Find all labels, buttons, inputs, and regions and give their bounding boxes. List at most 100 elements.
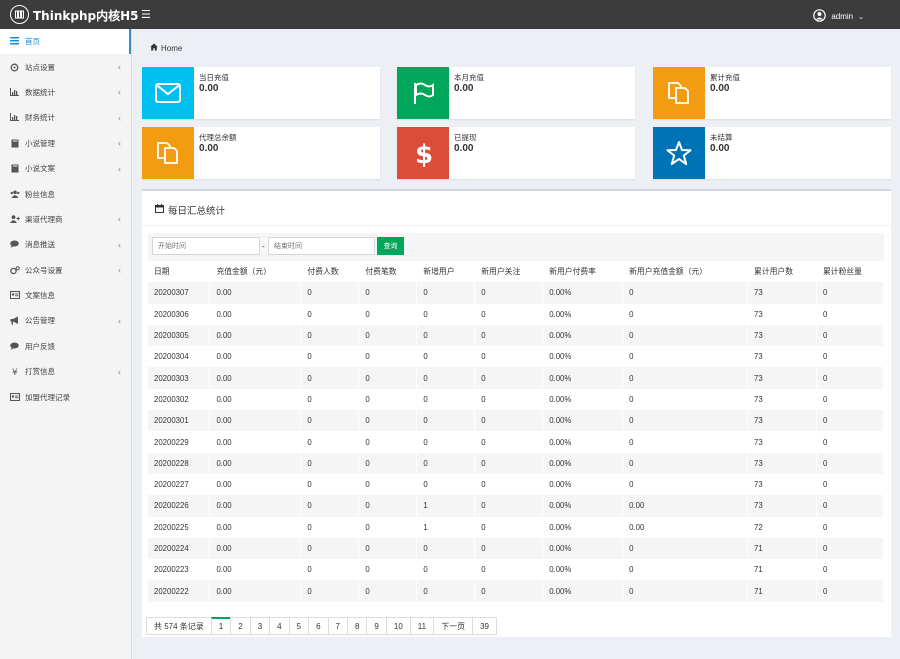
table-cell: 0 [622, 431, 749, 453]
sidebar-item-label: 打赏信息 [25, 367, 55, 377]
sidebar-item-label: 小说管理 [25, 138, 55, 148]
page-button[interactable]: 11 [409, 617, 435, 635]
comment-icon [10, 342, 19, 351]
stat-box: $ 已提现 0.00 [397, 127, 635, 179]
table-row: 20200305 0.00 0 0 0 0 0.00% 0 73 0 [148, 324, 885, 347]
table-cell: 0.00% [542, 324, 624, 347]
table-cell: 20200227 [148, 473, 211, 496]
users-icon [10, 190, 20, 199]
table-cell: 0 [416, 410, 476, 432]
sidebar-item[interactable]: 文案信息 [0, 283, 131, 308]
stat-value: 0.00 [710, 83, 730, 94]
date-range-separator: - [262, 242, 265, 251]
breadcrumb-home[interactable]: Home [161, 44, 182, 53]
table-cell: 0 [300, 473, 360, 496]
sidebar-item[interactable]: 小说管理 ‹ [0, 131, 131, 156]
sidebar: 首页 站点设置 ‹ 数据统计 ‹ 财务统计 ‹ 小说管理 ‹ 小说文案 ‹ 粉丝信息 渠道代理商 ‹ 消息推… [0, 29, 132, 659]
table-cell: 0.00% [542, 282, 624, 304]
sidebar-item[interactable]: ¥ 打赏信息 ‹ [0, 359, 131, 384]
column-header[interactable]: 付费笔数 [358, 261, 418, 283]
page-button[interactable]: 2 [230, 617, 251, 635]
table-cell: 0 [816, 303, 885, 325]
column-header[interactable]: 累计粉丝量 [816, 261, 885, 283]
table-cell: 0 [622, 346, 749, 368]
next-page-button[interactable]: 下一页 [433, 617, 474, 635]
query-button[interactable]: 查询 [377, 237, 404, 255]
table-cell: 0.00% [542, 473, 624, 496]
menu-toggle-icon[interactable]: ☰ [141, 8, 151, 21]
table-cell: 20200301 [148, 410, 211, 432]
table-cell: 0 [300, 410, 360, 432]
sidebar-item[interactable]: 粉丝信息 [0, 181, 131, 206]
page-button[interactable]: 6 [308, 617, 329, 635]
table-cell: 20200224 [148, 537, 211, 560]
page-button[interactable]: 39 [472, 617, 497, 635]
table-cell: 0 [300, 559, 360, 581]
sidebar-item[interactable]: 用户反馈 [0, 334, 131, 359]
column-header[interactable]: 新用户充值金额（元） [622, 261, 749, 283]
table-cell: 0 [358, 452, 418, 474]
column-header[interactable]: 新用户关注 [474, 261, 544, 283]
sidebar-item[interactable]: 站点设置 ‹ [0, 54, 131, 79]
table-cell: 0 [816, 388, 885, 411]
table-cell: 0 [816, 473, 885, 496]
table-cell: 0.00% [542, 346, 624, 368]
page-button[interactable]: 10 [385, 617, 411, 635]
table-cell: 72 [747, 516, 817, 538]
start-date-input[interactable] [152, 237, 260, 255]
table-cell: 0 [622, 367, 749, 389]
sidebar-item[interactable]: 消息推送 ‹ [0, 232, 131, 257]
table-cell: 0 [474, 495, 544, 517]
table-cell: 0 [622, 452, 749, 474]
sidebar-item[interactable]: 数据统计 ‹ [0, 80, 131, 105]
chevron-left-icon: ‹ [118, 239, 121, 250]
table-cell: 1 [416, 495, 476, 517]
table-cell: 0 [358, 324, 418, 347]
stat-value: 0.00 [710, 143, 730, 154]
table-cell: 0 [300, 282, 360, 304]
sidebar-item[interactable]: 财务统计 ‹ [0, 105, 131, 130]
stat-box: 当日充值 0.00 [142, 67, 380, 119]
column-header[interactable]: 充值金额（元） [209, 261, 302, 283]
table-cell: 20200307 [148, 282, 211, 304]
page-button[interactable]: 4 [269, 617, 290, 635]
user-name: admin [831, 12, 854, 21]
page-button[interactable]: 9 [366, 617, 387, 635]
id-card-icon [10, 392, 20, 402]
home-icon [150, 43, 158, 53]
table-cell: 0 [474, 516, 544, 538]
table-cell: 0 [474, 431, 544, 453]
column-header[interactable]: 付费人数 [300, 261, 360, 283]
table-cell: 71 [747, 537, 817, 560]
stat-box: 代理总余额 0.00 [142, 127, 380, 179]
page-button[interactable]: 5 [288, 617, 310, 635]
end-date-input[interactable] [268, 237, 375, 255]
sidebar-item-label: 小说文案 [25, 164, 55, 174]
stat-value: 0.00 [454, 143, 474, 154]
table-row: 20200226 0.00 0 0 1 0 0.00% 0.00 73 0 [148, 495, 885, 517]
sidebar-item[interactable]: 公众号设置 ‹ [0, 258, 131, 283]
page-button[interactable]: 1 [210, 617, 232, 635]
stat-value: 0.00 [199, 143, 219, 154]
sidebar-item[interactable]: 小说文案 ‹ [0, 156, 131, 181]
page-button[interactable]: 8 [346, 617, 368, 635]
sidebar-item[interactable]: 加盟代理记录 [0, 384, 131, 409]
sidebar-item[interactable]: 公告管理 ‹ [0, 308, 131, 333]
table-cell: 0.00% [542, 410, 624, 432]
star-icon [653, 127, 705, 179]
column-header[interactable]: 新增用户 [416, 261, 476, 283]
page-button[interactable]: 7 [327, 617, 348, 635]
sidebar-item[interactable]: 首页 [0, 29, 131, 55]
page-button[interactable]: 3 [249, 617, 271, 635]
table-cell: 0.00 [622, 495, 749, 517]
sidebar-item-label: 加盟代理记录 [25, 392, 70, 402]
divider [142, 225, 891, 226]
column-header[interactable]: 日期 [148, 261, 211, 283]
table-cell: 20200225 [148, 516, 211, 538]
column-header[interactable]: 新用户付费率 [542, 261, 624, 283]
user-menu[interactable]: admin ⌄ [813, 9, 864, 24]
sidebar-item[interactable]: 渠道代理商 ‹ [0, 207, 131, 232]
table-cell: 20200222 [148, 580, 211, 602]
table-cell: 0.00 [209, 346, 302, 368]
column-header[interactable]: 累计用户数 [747, 261, 817, 283]
